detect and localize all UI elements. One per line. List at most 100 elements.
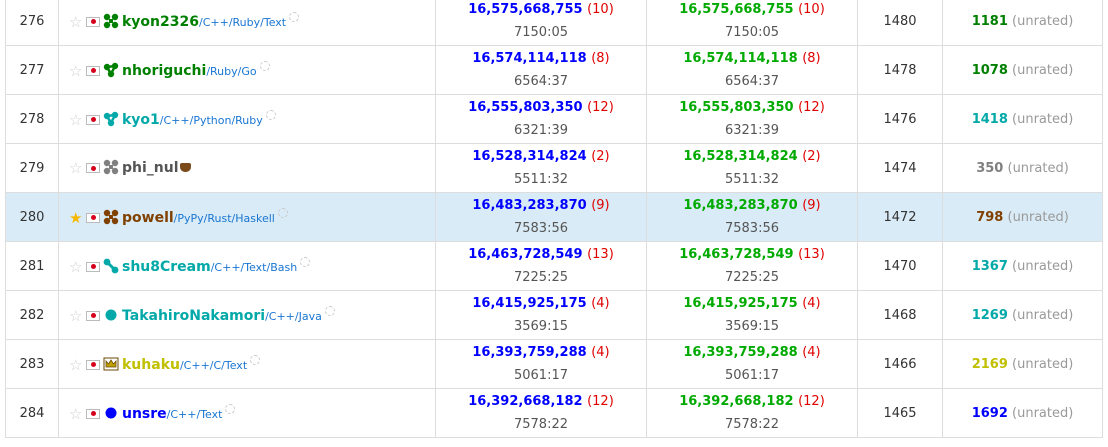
performance-value: 1474 (883, 160, 917, 176)
rank-value: 282 (19, 307, 45, 323)
rank-cell: 281 (5, 241, 59, 291)
username-link[interactable]: kyon2326 (122, 14, 199, 30)
elapsed-time: 6564:37 (724, 73, 779, 89)
standings-row: 281 ☆ shu8Cream/C++/Text/Bash 16,463,728,54… (5, 241, 1103, 291)
performance-cell: 1474 (857, 143, 943, 193)
score-cell-secondary: 16,575,668,755 (10) 7150:05 (646, 0, 858, 46)
rank-badge-icon (225, 403, 236, 414)
unrated-label: (unrated) (1012, 307, 1074, 323)
circle-icon (103, 405, 119, 421)
user-cell: ☆ TakahiroNakamori/C++/Java (58, 290, 436, 340)
elapsed-time: 6564:37 (513, 73, 568, 89)
rank-badge-icon (289, 11, 300, 22)
elapsed-time: 6321:39 (513, 122, 568, 138)
elapsed-time: 5511:32 (513, 171, 568, 187)
rank-cell: 284 (5, 388, 59, 438)
standings-table: 276 ☆ kyon2326/C++/Ruby/Text 16,575,668,755… (5, 0, 1103, 438)
elapsed-time: 7150:05 (513, 24, 568, 40)
username-link[interactable]: kuhaku (122, 357, 180, 373)
favorite-star-icon[interactable]: ★ (69, 209, 85, 227)
japan-flag-icon (86, 163, 100, 173)
favorite-star-icon[interactable]: ☆ (69, 258, 85, 276)
submission-count: (2) (591, 148, 610, 164)
score-value: 16,574,114,118 (472, 50, 587, 66)
performance-value: 1466 (883, 356, 917, 372)
submission-count: (12) (587, 393, 614, 409)
rating-cell: 1181 (unrated) (942, 0, 1103, 46)
performance-cell: 1480 (857, 0, 943, 46)
score-cell: 16,555,803,350 (12) 6321:39 (435, 94, 647, 144)
standings-row: 277 ☆ nhoriguchi/Ruby/Go 16,574,114,118 (8)… (5, 45, 1103, 95)
user-cell: ☆ shu8Cream/C++/Text/Bash (58, 241, 436, 291)
unrated-label: (unrated) (1012, 111, 1074, 127)
score-value: 16,463,728,549 (468, 246, 583, 262)
rank-value: 277 (19, 62, 45, 78)
japan-flag-icon (86, 212, 100, 223)
elapsed-time: 7583:56 (513, 220, 568, 236)
rank-value: 278 (19, 111, 45, 127)
score-cell: 16,392,668,182 (12) 7578:22 (435, 388, 647, 438)
standings-row: 276 ☆ kyon2326/C++/Ruby/Text 16,575,668,755… (5, 0, 1103, 46)
performance-value: 1478 (883, 62, 917, 78)
score-cell: 16,415,925,175 (4) 3569:15 (435, 290, 647, 340)
elapsed-time: 7225:25 (724, 269, 779, 285)
performance-value: 1470 (883, 258, 917, 274)
performance-cell: 1476 (857, 94, 943, 144)
rating-cell: 350 (unrated) (942, 143, 1103, 193)
rank-cell: 278 (5, 94, 59, 144)
username-link[interactable]: phi_nul (122, 160, 179, 176)
score-value: 16,528,314,824 (472, 148, 587, 164)
favorite-star-icon[interactable]: ☆ (69, 159, 85, 177)
favorite-star-icon[interactable]: ☆ (69, 356, 85, 374)
score-value: 16,574,114,118 (683, 50, 798, 66)
elapsed-time: 6321:39 (724, 122, 779, 138)
favorite-star-icon[interactable]: ☆ (69, 13, 85, 31)
username-link[interactable]: powell (122, 210, 174, 226)
japan-flag-icon (86, 261, 100, 272)
japan-flag-icon (86, 114, 100, 125)
score-cell: 16,575,668,755 (10) 7150:05 (435, 0, 647, 46)
submission-count: (9) (591, 197, 610, 213)
submission-count: (13) (587, 246, 614, 262)
username-link[interactable]: TakahiroNakamori (122, 308, 265, 324)
favorite-star-icon[interactable]: ☆ (69, 405, 85, 423)
score-value: 16,575,668,755 (679, 1, 794, 17)
rank-cell: 283 (5, 339, 59, 389)
submission-count: (8) (591, 50, 610, 66)
submission-count: (12) (798, 99, 825, 115)
user-cell: ☆ nhoriguchi/Ruby/Go (58, 45, 436, 95)
user-cell: ☆ kyo1/C++/Python/Ruby (58, 94, 436, 144)
username-link[interactable]: nhoriguchi (122, 63, 206, 79)
performance-value: 1468 (883, 307, 917, 323)
japan-flag-icon (86, 65, 100, 76)
rating-cell: 2169 (unrated) (942, 339, 1103, 389)
score-cell-secondary: 16,555,803,350 (12) 6321:39 (646, 94, 858, 144)
score-cell: 16,528,314,824 (2) 5511:32 (435, 143, 647, 193)
favorite-star-icon[interactable]: ☆ (69, 307, 85, 325)
username-link[interactable]: unsre (122, 406, 167, 422)
elapsed-time: 7225:25 (513, 269, 568, 285)
rating-value: 798 (976, 209, 1004, 225)
unrated-label: (unrated) (1012, 258, 1074, 274)
performance-cell: 1472 (857, 192, 943, 242)
cluster-two-icon (103, 258, 119, 274)
rank-value: 280 (19, 209, 45, 225)
favorite-star-icon[interactable]: ☆ (69, 111, 85, 129)
user-cell: ★ powell/PyPy/Rust/Haskell (58, 192, 436, 242)
submission-count: (10) (587, 1, 614, 17)
rank-cell: 282 (5, 290, 59, 340)
rank-value: 279 (19, 160, 45, 176)
rating-value: 1692 (971, 405, 1008, 421)
rank-badge-icon (300, 256, 311, 267)
submission-count: (10) (798, 1, 825, 17)
username-link[interactable]: shu8Cream (122, 259, 211, 275)
elapsed-time: 5061:17 (724, 367, 779, 383)
score-cell-secondary: 16,528,314,824 (2) 5511:32 (646, 143, 858, 193)
rank-cell: 280 (5, 192, 59, 242)
favorite-star-icon[interactable]: ☆ (69, 62, 85, 80)
score-value: 16,393,759,288 (683, 344, 798, 360)
score-cell-secondary: 16,392,668,182 (12) 7578:22 (646, 388, 858, 438)
score-cell-secondary: 16,393,759,288 (4) 5061:17 (646, 339, 858, 389)
japan-flag-icon (86, 310, 100, 321)
username-link[interactable]: kyo1 (122, 112, 160, 128)
